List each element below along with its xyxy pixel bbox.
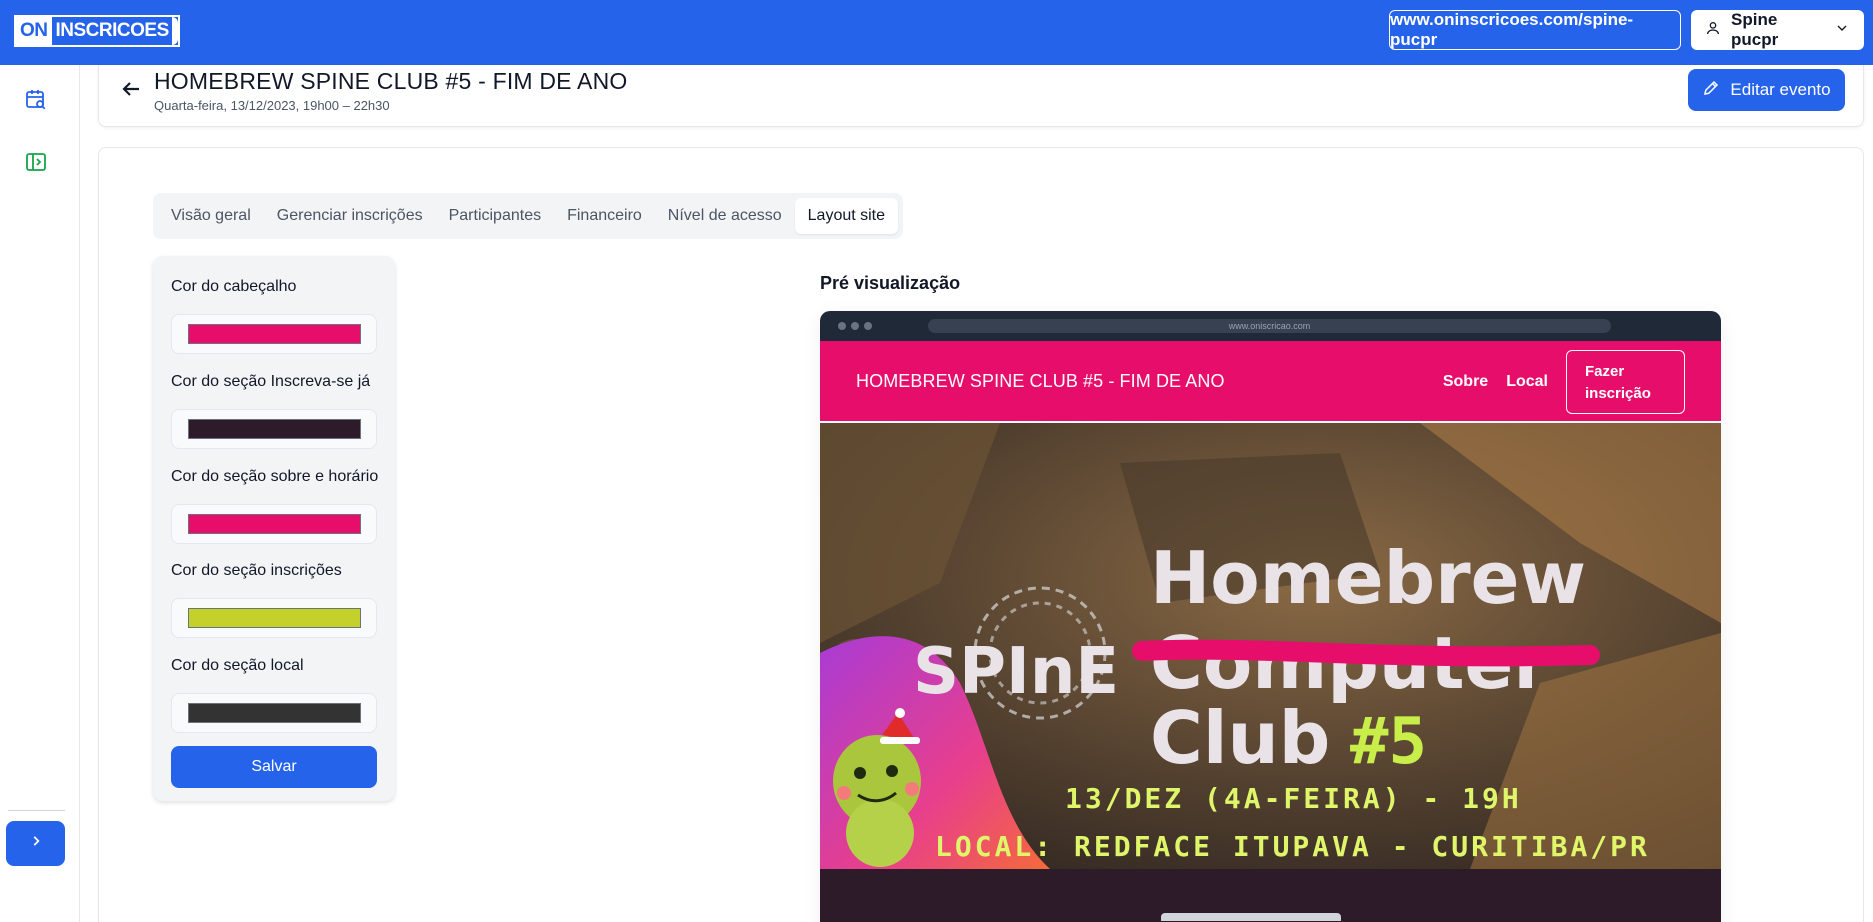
chevron-down-icon (1834, 20, 1850, 41)
preview-nav-about[interactable]: Sobre (1443, 373, 1488, 391)
site-url-button[interactable]: www.oninscricoes.com/spine-pucpr (1389, 10, 1681, 50)
app-logo[interactable]: ON INSCRICOES (14, 15, 180, 47)
registrations-section-color-picker[interactable] (171, 598, 377, 638)
window-dot (864, 322, 872, 330)
banner-date: 13/DEZ (4A-FEIRA) - 19H (1065, 782, 1522, 815)
color-settings-panel: Cor do cabeçalho Cor do seção Inscreva-s… (153, 256, 395, 801)
logo-rest: INSCRICOES (55, 20, 170, 41)
preview-site-nav: Sobre Local Fazer inscrição (1443, 350, 1685, 414)
layout-editor-card: Visão geral Gerenciar inscrições Partici… (98, 147, 1864, 922)
banner-strike (1132, 639, 1600, 667)
banner-local: LOCAL: REDFACE ITUPAVA - CURITIBA/PR (935, 830, 1650, 863)
about-section-color-label: Cor do seção sobre e horário (171, 468, 379, 485)
registrations-section-color-field: Cor do seção inscrições (171, 562, 381, 638)
preview-nav-location[interactable]: Local (1506, 373, 1548, 391)
header-color-field: Cor do cabeçalho (171, 278, 381, 354)
rail-divider (8, 810, 65, 811)
preview-site-title: HOMEBREW SPINE CLUB #5 - FIM DE ANO (856, 371, 1225, 391)
signup-section-color-swatch (187, 419, 361, 439)
user-name: Spine pucpr (1731, 10, 1779, 49)
pencil-icon (1702, 79, 1720, 102)
logo-on: ON (16, 17, 52, 45)
location-section-color-swatch (187, 703, 361, 723)
event-header: HOMEBREW SPINE CLUB #5 - FIM DE ANO Quar… (98, 65, 1864, 127)
tab-financial[interactable]: Financeiro (554, 198, 655, 234)
registrations-section-color-swatch (187, 608, 361, 628)
tab-participants[interactable]: Participantes (436, 198, 555, 234)
tab-overview[interactable]: Visão geral (158, 198, 264, 234)
edit-event-label: Editar evento (1730, 80, 1831, 99)
chevron-right-icon (29, 834, 43, 853)
header-color-label: Cor do cabeçalho (171, 278, 297, 295)
top-bar: ON INSCRICOES www.oninscricoes.com/spine… (0, 0, 1873, 65)
registrations-section-color-label: Cor do seção inscrições (171, 562, 342, 579)
user-menu-button[interactable]: Spine pucpr (1691, 10, 1864, 50)
preview-hero-banner: SPInE Homebrew Computer Club #5 13/DEZ (… (820, 423, 1721, 869)
signup-section-color-label: Cor do seção Inscreva-se já (171, 373, 371, 390)
preview-signup-button[interactable]: Fazer inscrição (1566, 350, 1685, 414)
expand-sidebar-button[interactable] (6, 821, 65, 866)
logo-tail (171, 17, 178, 45)
back-arrow-icon[interactable] (119, 77, 143, 101)
calendar-search-icon[interactable] (24, 87, 48, 111)
edit-event-button[interactable]: Editar evento (1688, 69, 1845, 111)
location-section-color-picker[interactable] (171, 693, 377, 733)
banner-number: #5 (1350, 705, 1427, 779)
preview-address-bar: www.oniscricao.com (928, 319, 1611, 333)
banner-line1: Homebrew (1150, 536, 1586, 620)
location-section-color-field: Cor do seção local (171, 657, 381, 733)
preview-signup-section (820, 869, 1721, 922)
about-section-color-swatch (187, 514, 361, 534)
panel-expand-icon[interactable] (24, 150, 48, 174)
save-button[interactable]: Salvar (171, 746, 377, 788)
banner-brand: SPInE (913, 635, 1119, 709)
location-section-color-label: Cor do seção local (171, 657, 304, 674)
event-banner-image: SPInE Homebrew Computer Club #5 13/DEZ (… (820, 423, 1721, 869)
window-dot (838, 322, 846, 330)
header-color-swatch (187, 324, 361, 344)
event-tabs: Visão geral Gerenciar inscrições Partici… (153, 193, 904, 239)
tab-manage-registrations[interactable]: Gerenciar inscrições (264, 198, 436, 234)
user-icon (1705, 20, 1721, 41)
header-color-picker[interactable] (171, 314, 377, 354)
about-section-color-picker[interactable] (171, 504, 377, 544)
left-rail (0, 65, 80, 922)
site-preview: www.oniscricao.com HOMEBREW SPINE CLUB #… (820, 311, 1721, 922)
preview-label: Pré visualização (820, 273, 961, 293)
window-dot (851, 322, 859, 330)
tab-access-level[interactable]: Nível de acesso (655, 198, 795, 234)
event-title: HOMEBREW SPINE CLUB #5 - FIM DE ANO (154, 68, 628, 94)
about-section-color-field: Cor do seção sobre e horário (171, 468, 381, 544)
preview-browser-bar: www.oniscricao.com (820, 311, 1721, 341)
event-date: Quarta-feira, 13/12/2023, 19h00 – 22h30 (154, 98, 390, 113)
banner-line3: Club (1150, 696, 1330, 780)
signup-section-color-picker[interactable] (171, 409, 377, 449)
preview-site-header: HOMEBREW SPINE CLUB #5 - FIM DE ANO Sobr… (820, 341, 1721, 423)
signup-section-color-field: Cor do seção Inscreva-se já (171, 373, 381, 449)
preview-section-tab (1161, 913, 1341, 921)
tab-site-layout[interactable]: Layout site (794, 198, 899, 234)
